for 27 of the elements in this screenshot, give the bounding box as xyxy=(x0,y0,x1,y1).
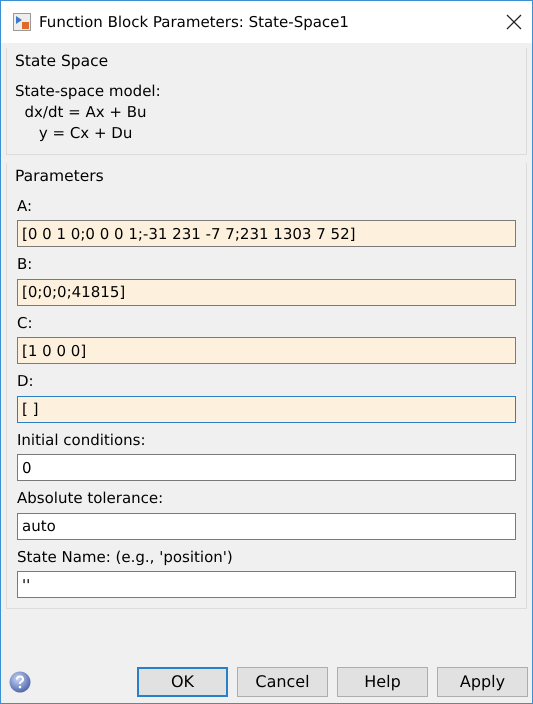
dialog-button[interactable]: OK xyxy=(137,667,228,697)
block-icon xyxy=(13,13,31,31)
field-label: State Name: (e.g., 'position') xyxy=(17,546,234,568)
field-label: C: xyxy=(17,312,34,334)
input-field[interactable]: [0;0;0;41815] xyxy=(17,278,516,306)
field-label: A: xyxy=(17,196,34,216)
input-field[interactable]: auto xyxy=(17,512,516,540)
help-icon[interactable] xyxy=(9,671,31,693)
field-label: D: xyxy=(17,371,35,392)
field-label: Absolute tolerance: xyxy=(17,488,164,509)
field-label: B: xyxy=(17,254,34,275)
input-field[interactable]: '' xyxy=(17,571,516,598)
input-field[interactable]: [1 0 0 0] xyxy=(17,337,516,364)
dialog-button[interactable]: Cancel xyxy=(237,667,328,697)
input-field[interactable]: 0 xyxy=(17,454,516,481)
window-title: Function Block Parameters: State-Space1 xyxy=(39,12,350,33)
description-line: y = Cx + Du xyxy=(38,123,134,144)
dialog-button[interactable]: Apply xyxy=(437,667,528,697)
input-field[interactable]: [0 0 1 0;0 0 0 1;-31 231 -7 7;231 1303 7 52] xyxy=(17,220,516,247)
input-field[interactable]: [ ] xyxy=(17,396,516,422)
dialog-button[interactable]: Help xyxy=(337,667,428,697)
group-title: Parameters xyxy=(14,166,105,188)
field-label: Initial conditions: xyxy=(17,430,146,450)
group-title: State Space xyxy=(14,51,110,72)
description-line: dx/dt = Ax + Bu xyxy=(24,102,148,124)
description-line: State-space model: xyxy=(14,81,162,102)
close-icon[interactable] xyxy=(506,14,522,30)
